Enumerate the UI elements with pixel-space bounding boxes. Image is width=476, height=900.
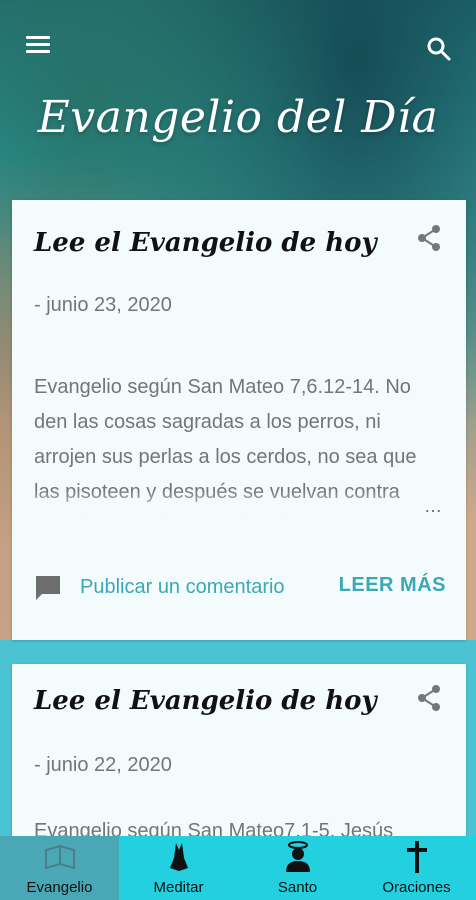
excerpt-ellipsis: …	[424, 496, 442, 516]
share-icon[interactable]	[416, 224, 442, 252]
post-comment-link[interactable]: Publicar un comentario	[80, 576, 285, 599]
nav-item-oraciones[interactable]: Oraciones	[357, 836, 476, 900]
bottom-navigation: Evangelio Meditar Santo Oraciones	[0, 836, 476, 900]
nav-label: Oraciones	[382, 879, 451, 896]
top-app-bar	[0, 0, 476, 100]
app-title: Evangelio del Día	[37, 92, 439, 143]
nav-label: Evangelio	[26, 879, 93, 896]
praying-hands-icon	[162, 840, 196, 874]
search-icon[interactable]	[426, 36, 452, 62]
nav-item-evangelio[interactable]: Evangelio	[0, 836, 119, 900]
post-card[interactable]: Lee el Evangelio de hoy - junio 22, 2020…	[12, 664, 466, 844]
post-date: - junio 22, 2020	[34, 754, 172, 776]
read-more-button[interactable]: LEER MÁS	[339, 574, 446, 597]
nav-item-santo[interactable]: Santo	[238, 836, 357, 900]
share-icon[interactable]	[416, 684, 442, 712]
post-footer: Publicar un comentario LEER MÁS	[34, 570, 446, 606]
post-title[interactable]: Lee el Evangelio de hoy	[34, 686, 377, 716]
cross-icon	[400, 840, 434, 874]
post-card[interactable]: Lee el Evangelio de hoy - junio 23, 2020…	[12, 200, 466, 640]
menu-icon[interactable]	[26, 36, 50, 56]
book-icon	[43, 840, 77, 874]
comment-icon[interactable]	[34, 574, 62, 602]
nav-item-meditar[interactable]: Meditar	[119, 836, 238, 900]
saint-icon	[281, 840, 315, 874]
post-title[interactable]: Lee el Evangelio de hoy	[34, 228, 377, 258]
nav-label: Meditar	[153, 879, 204, 896]
nav-label: Santo	[277, 879, 318, 896]
post-excerpt: Evangelio según San Mateo 7,6.12-14. No …	[34, 370, 446, 520]
post-date: - junio 23, 2020	[34, 294, 172, 316]
